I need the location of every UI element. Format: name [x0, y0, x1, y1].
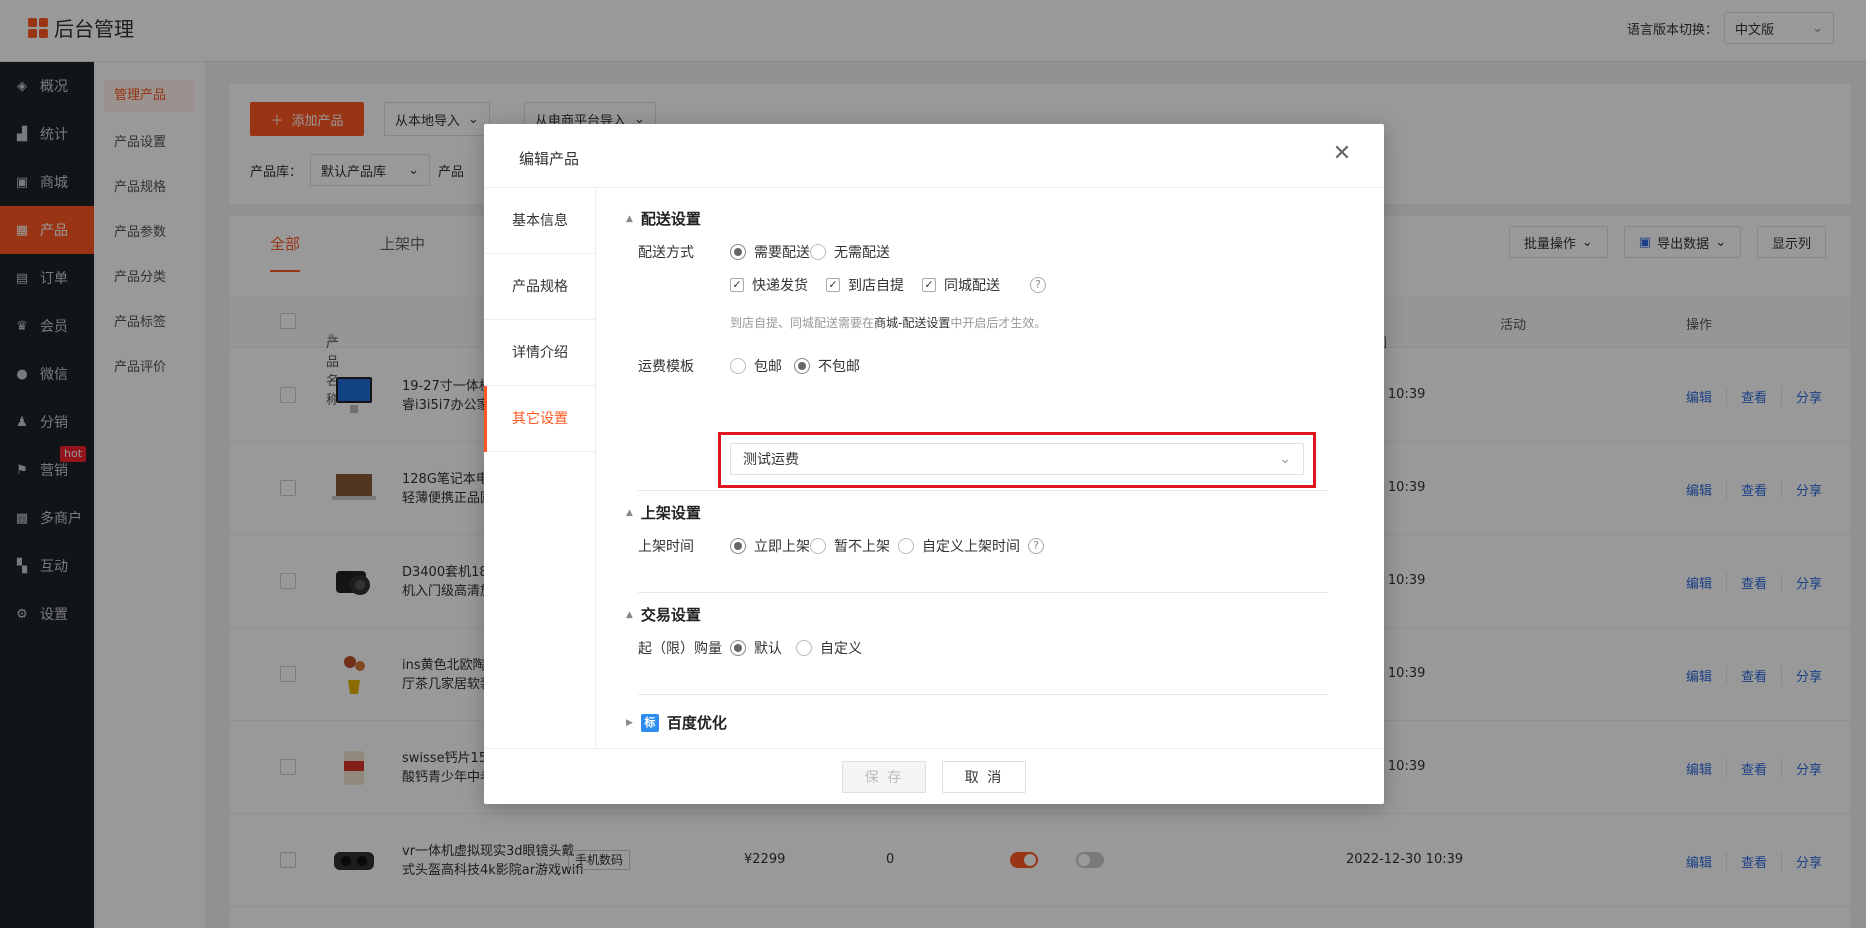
shelf-custom-radio[interactable]: 自定义上架时间 ? — [898, 536, 1044, 556]
dialog-nav: 基本信息 产品规格 详情介绍 其它设置 — [484, 188, 596, 748]
baidu-tag-icon: 标 — [640, 713, 659, 732]
save-button[interactable]: 保 存 — [842, 760, 926, 793]
express-label: 快递发货 — [752, 278, 808, 294]
divider — [638, 490, 1328, 491]
dialog-header: 编辑产品 ✕ — [484, 124, 1384, 188]
divider — [638, 694, 1328, 695]
radio-unchecked — [730, 358, 746, 374]
need-delivery-label: 需要配送 — [754, 245, 810, 261]
radio-unchecked — [810, 244, 826, 260]
collapse-icon: ▲ — [626, 213, 633, 224]
hint-suffix: 中开启后才生效。 — [950, 316, 1047, 330]
min-purchase-label: 起（限）购量 — [638, 641, 722, 657]
cancel-button[interactable]: 取 消 — [942, 760, 1026, 793]
shelf-time-label: 上架时间 — [638, 539, 694, 555]
delivery-settings-link[interactable]: 商城-配送设置 — [874, 316, 950, 330]
min-custom-label: 自定义 — [820, 641, 862, 657]
help-icon[interactable]: ? — [1028, 538, 1044, 554]
dialog-footer: 保 存 取 消 — [484, 748, 1384, 804]
paid-shipping-label: 不包邮 — [818, 359, 860, 375]
city-delivery-checkbox[interactable]: ✓ 同城配送 — [922, 275, 1000, 295]
hint-prefix: 到店自提、同城配送需要在 — [730, 316, 875, 330]
checkmark-icon: ✓ — [730, 278, 744, 292]
paid-shipping-radio[interactable]: 不包邮 — [794, 356, 860, 376]
shelf-now-label: 立即上架 — [754, 539, 810, 555]
trade-section-header[interactable]: ▲ 交易设置 — [626, 604, 701, 625]
close-icon[interactable]: ✕ — [1330, 142, 1354, 166]
no-delivery-radio[interactable]: 无需配送 — [810, 242, 890, 262]
radio-unchecked — [898, 538, 914, 554]
radio-checked — [730, 538, 746, 554]
free-shipping-radio[interactable]: 包邮 — [730, 356, 782, 376]
radio-unchecked — [810, 538, 826, 554]
collapse-icon: ▲ — [626, 609, 633, 620]
seo-section-title: 百度优化 — [666, 714, 727, 732]
city-delivery-label: 同城配送 — [944, 278, 1000, 294]
checkmark-icon: ✓ — [922, 278, 936, 292]
delivery-method-label: 配送方式 — [638, 245, 694, 261]
free-shipping-label: 包邮 — [754, 359, 782, 375]
pickup-checkbox[interactable]: ✓ 到店自提 — [826, 275, 904, 295]
checkmark-icon: ✓ — [826, 278, 840, 292]
radio-unchecked — [796, 640, 812, 656]
delivery-hint: 到店自提、同城配送需要在商城-配送设置中开启后才生效。 — [730, 314, 1046, 331]
need-delivery-radio[interactable]: 需要配送 — [730, 242, 810, 262]
dialog-title: 编辑产品 — [519, 150, 580, 168]
shelf-hold-label: 暂不上架 — [834, 539, 890, 555]
min-default-label: 默认 — [754, 641, 782, 657]
min-custom-radio[interactable]: 自定义 — [796, 638, 862, 658]
min-default-radio[interactable]: 默认 — [730, 638, 782, 658]
collapse-icon: ▲ — [626, 507, 633, 518]
help-icon[interactable]: ? — [1030, 277, 1046, 293]
expand-icon: ▶ — [626, 717, 633, 728]
edit-product-dialog: 编辑产品 ✕ 基本信息 产品规格 详情介绍 其它设置 ▲ 配送设置 配送方式 需… — [484, 124, 1384, 804]
trade-section-title: 交易设置 — [640, 606, 701, 624]
radio-checked — [730, 640, 746, 656]
pickup-label: 到店自提 — [848, 278, 904, 294]
radio-checked — [730, 244, 746, 260]
seo-section-header[interactable]: ▶ 标 百度优化 — [626, 712, 727, 733]
radio-checked — [794, 358, 810, 374]
express-checkbox[interactable]: ✓ 快递发货 — [730, 275, 808, 295]
tab-other-settings[interactable]: 其它设置 — [484, 386, 595, 452]
shipping-template-label: 运费模板 — [638, 359, 694, 375]
tab-product-specs[interactable]: 产品规格 — [484, 254, 595, 320]
shelf-custom-label: 自定义上架时间 — [922, 539, 1020, 555]
delivery-section-title: 配送设置 — [640, 210, 701, 228]
shelf-now-radio[interactable]: 立即上架 — [730, 536, 810, 556]
shelf-section-title: 上架设置 — [640, 504, 701, 522]
dialog-body: ▲ 配送设置 配送方式 需要配送 无需配送 ✓ 快递发货 ✓ 到店自提 ✓ 同城… — [596, 188, 1384, 748]
no-delivery-label: 无需配送 — [834, 245, 890, 261]
delivery-section-header[interactable]: ▲ 配送设置 — [626, 208, 701, 229]
tab-details[interactable]: 详情介绍 — [484, 320, 595, 386]
tab-basic-info[interactable]: 基本信息 — [484, 188, 595, 254]
shelf-section-header[interactable]: ▲ 上架设置 — [626, 502, 701, 523]
divider — [638, 592, 1328, 593]
shelf-hold-radio[interactable]: 暂不上架 — [810, 536, 890, 556]
highlight-box — [718, 432, 1316, 488]
